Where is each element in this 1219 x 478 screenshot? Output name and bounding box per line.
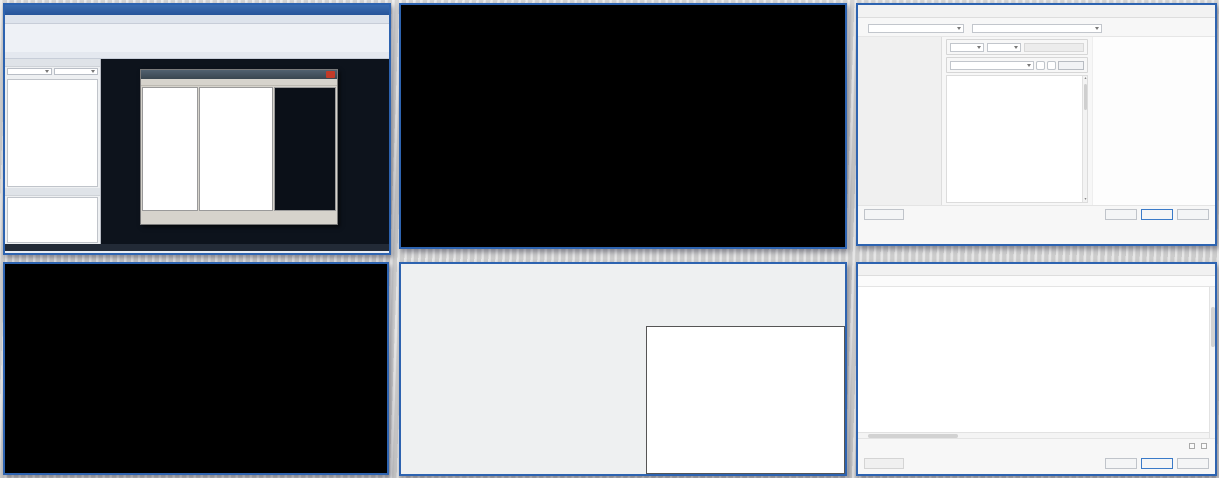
ribbon-group-labels [5,52,389,59]
chevron-down-icon [1014,46,1018,49]
method-editor: ▲ ▼ [942,37,1092,205]
pole-spec-select[interactable] [868,24,964,33]
chevron-down-icon [1027,64,1031,67]
ribbon-tabs [5,15,389,24]
scroll-up-icon[interactable]: ▲ [1083,76,1088,81]
cancel-button[interactable] [1177,209,1209,220]
chevron-down-icon [45,70,49,73]
apply-button[interactable] [1105,209,1137,220]
chevron-down-icon [1095,27,1099,30]
cancel-button[interactable] [1177,458,1209,469]
dialog-body [141,86,337,212]
reset-default-button[interactable] [864,209,904,220]
status-bar [5,244,389,251]
apply-button[interactable] [1105,458,1137,469]
method-group [946,57,1088,73]
dialog-buttons [141,212,337,224]
formwork-3d-preview [1092,37,1215,205]
beam-formwork-3d-drawing [1093,37,1215,205]
save-icon[interactable] [1047,61,1056,70]
refresh-icon[interactable] [1036,61,1045,70]
dialog-title-bar [858,5,1215,18]
condition-select-2[interactable] [987,43,1021,52]
dialog-toolbar[interactable] [141,79,337,86]
elevation-drawing-panel[interactable] [399,3,847,249]
scroll-thumb[interactable] [1084,84,1088,110]
property-grid [199,87,273,211]
palette-title [5,59,100,67]
ok-button[interactable] [1141,458,1173,469]
dialog-title-bar [858,264,1215,276]
type-select[interactable] [54,68,99,75]
category-tabs [858,276,1215,287]
scaffold-elevation-drawing [401,5,845,247]
method-property-grid-wrap: ▲ ▼ [946,75,1088,203]
ribbon [5,24,389,52]
hbar-spec-select[interactable] [972,24,1102,33]
reset-default-button[interactable] [864,458,904,469]
property-panel-empty [7,197,98,243]
preview-button[interactable] [1058,61,1084,70]
condition-group [946,39,1088,55]
chevron-down-icon [91,70,95,73]
property-panel-title [5,188,100,196]
condition-select-1[interactable] [950,43,984,52]
chevron-down-icon [957,27,961,30]
scroll-thumb[interactable] [1211,307,1215,347]
plan-view-panel[interactable] [3,262,389,475]
component-list [7,79,98,187]
dialog-footer [858,205,1215,223]
dialog-title-bar [141,70,337,79]
material-statistics-table [646,326,845,474]
scroll-down-icon[interactable]: ▼ [1083,197,1088,202]
collage: ▲ ▼ [0,0,1219,478]
parameter-tree [142,87,198,211]
dimension-labels [5,264,387,473]
scrollbar-vertical[interactable]: ▲ ▼ [1082,76,1087,202]
spec-row [858,22,1215,37]
condition-value-disabled [1024,43,1084,52]
component-palette [5,59,101,244]
palette-radios [5,76,100,78]
3d-preview[interactable] [274,87,336,211]
construct-params-dialog-panel: ▲ ▼ [856,3,1217,246]
scroll-thumb[interactable] [868,434,958,438]
chevron-down-icon [977,46,981,49]
model-with-table-panel [399,262,847,476]
beam-formwork-preview-drawing [275,88,335,210]
ok-button[interactable] [1141,209,1173,220]
title-bar [5,5,389,15]
main-body [5,59,389,244]
floor-select[interactable] [7,68,52,75]
dialog-main: ▲ ▼ [858,37,1215,205]
scrollbar-vertical[interactable] [1209,287,1215,438]
component-method-list [858,37,942,205]
manual-arrangement-dialog-panel [856,262,1217,476]
note-row [858,439,1215,453]
parameter-dialog [140,69,338,225]
cad-window-panel [3,3,391,255]
checkbox-unchecked[interactable] [1189,443,1195,449]
method-select[interactable] [950,61,1034,70]
arrangement-table-wrap [858,287,1215,439]
close-icon[interactable] [326,71,335,78]
checkbox-unchecked[interactable] [1201,443,1207,449]
scrollbar-horizontal[interactable] [858,432,1209,438]
palette-filters [5,67,100,76]
drawing-area[interactable] [101,59,389,244]
dialog-footer [858,453,1215,473]
